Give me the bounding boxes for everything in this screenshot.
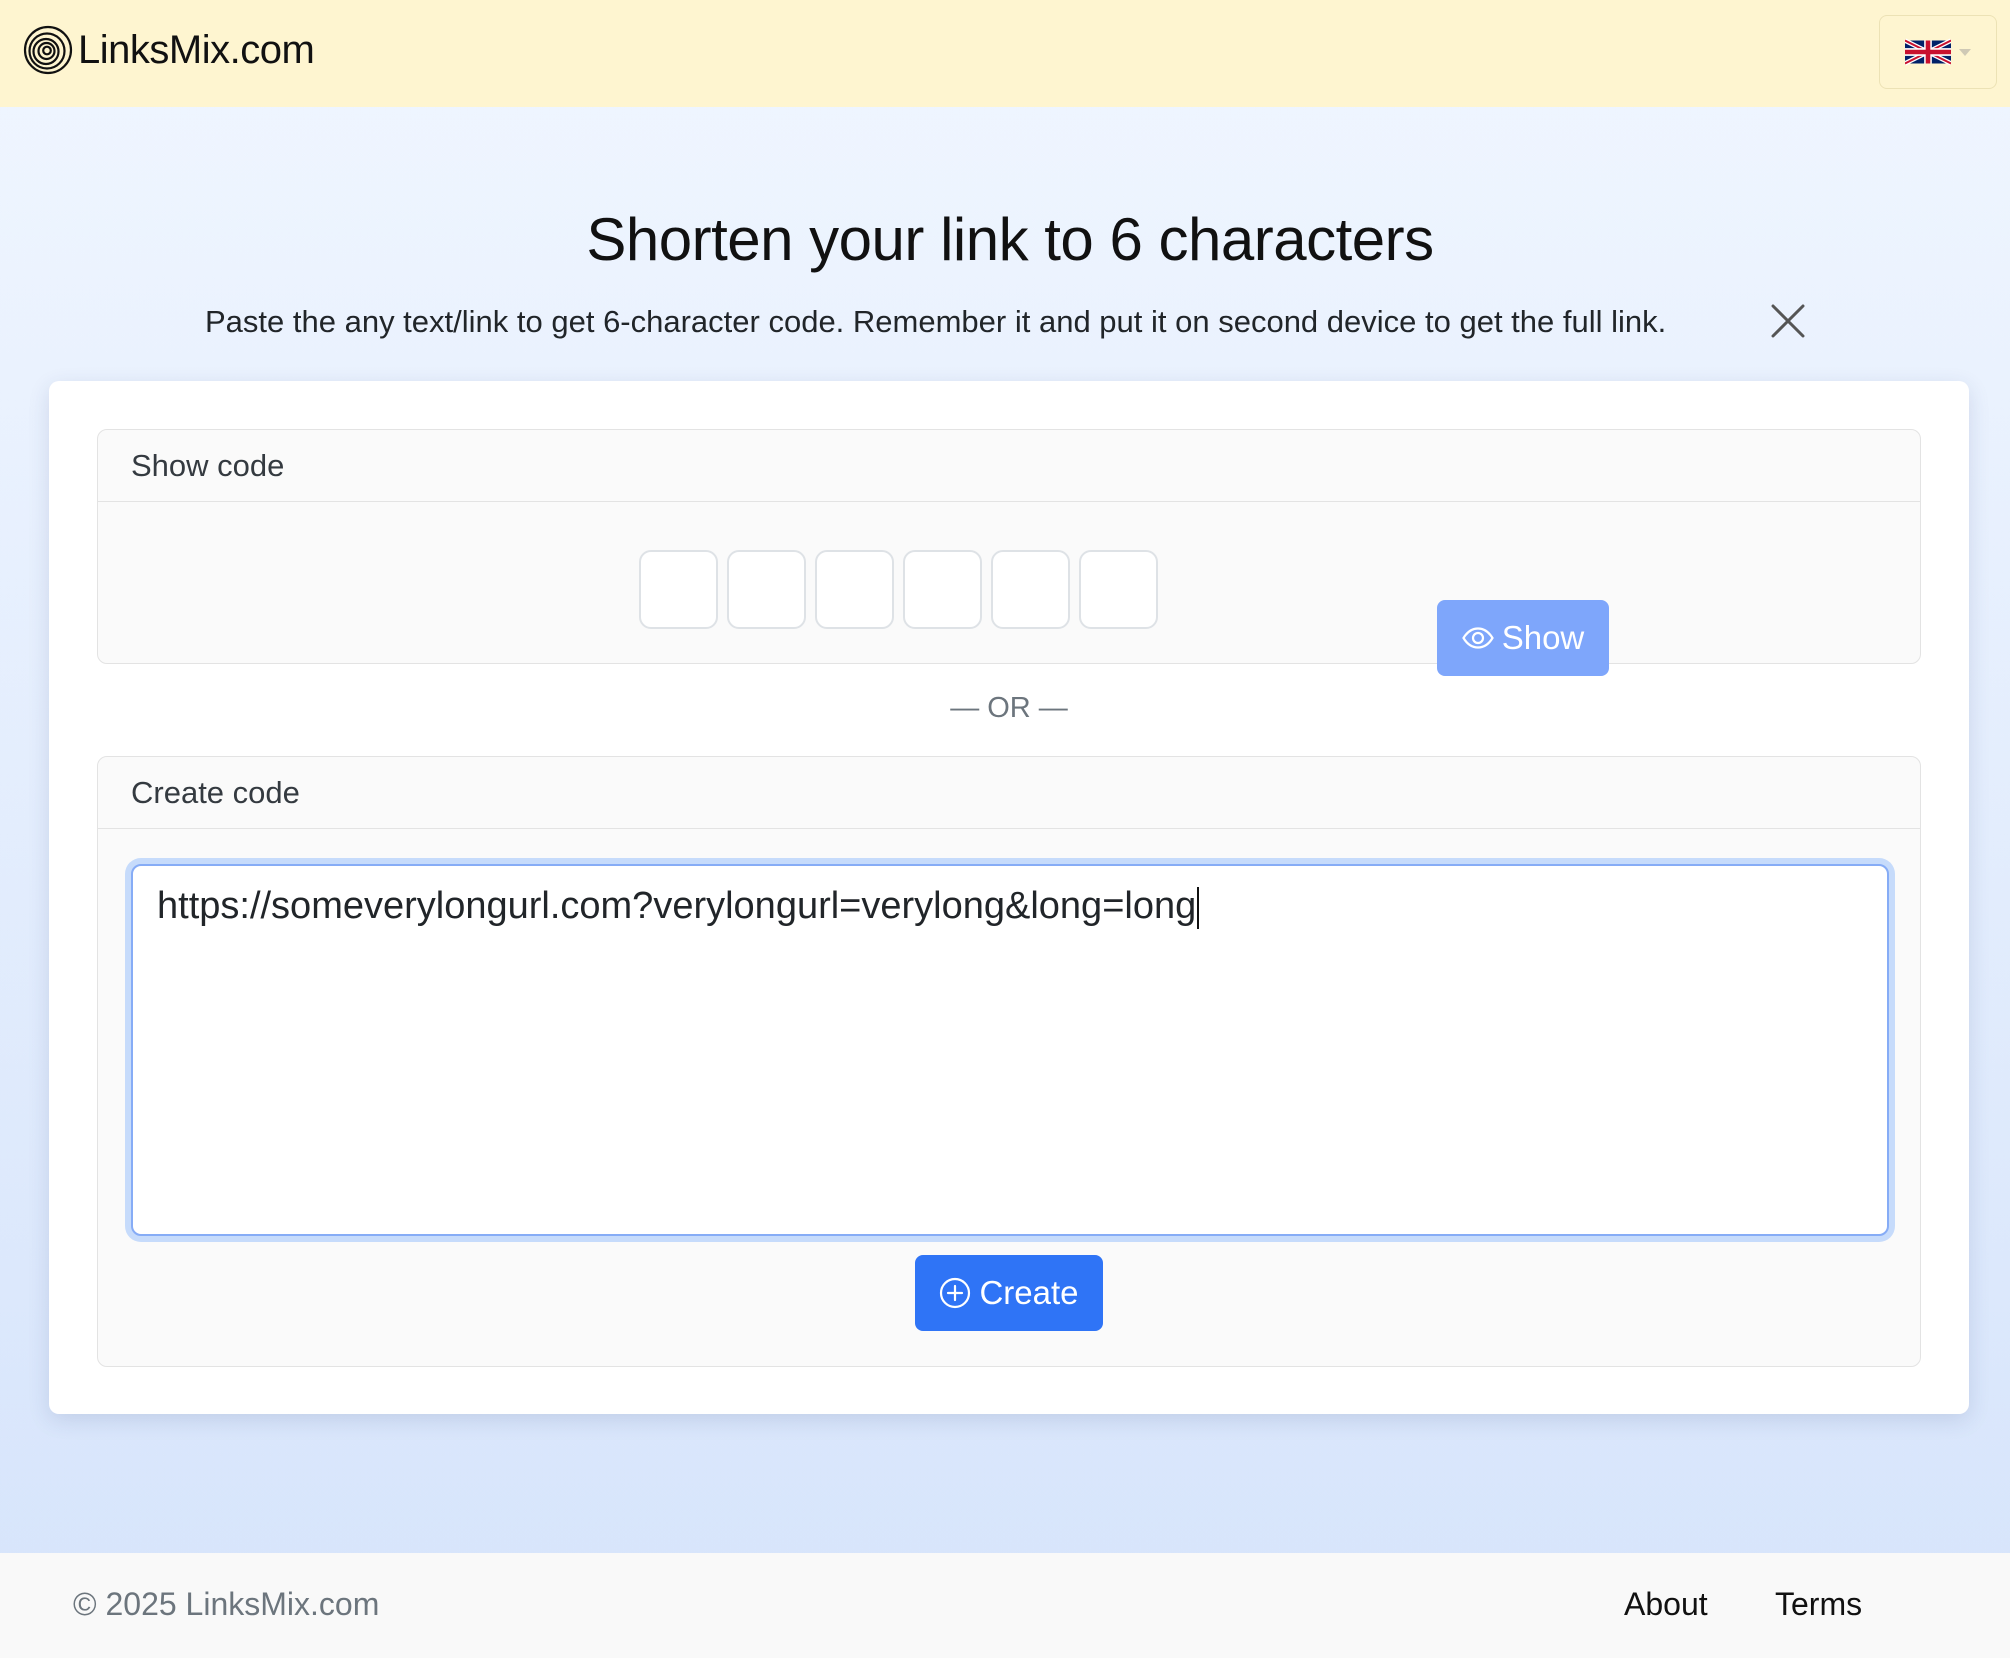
chevron-down-icon bbox=[1959, 48, 1971, 56]
page-title: Shorten your link to 6 characters bbox=[586, 206, 1434, 273]
code-input-6[interactable] bbox=[1079, 550, 1158, 629]
spiral-logo-icon bbox=[23, 25, 73, 75]
show-code-header: Show code bbox=[98, 430, 1920, 502]
create-button-label: Create bbox=[979, 1274, 1079, 1311]
uk-flag-icon bbox=[1905, 38, 1951, 66]
show-button-label: Show bbox=[1501, 619, 1585, 656]
code-input-4[interactable] bbox=[903, 550, 982, 629]
code-input-1[interactable] bbox=[639, 550, 718, 629]
or-divider: — OR — bbox=[950, 692, 1068, 724]
language-selector[interactable] bbox=[1879, 15, 1997, 89]
eye-icon bbox=[1461, 627, 1494, 649]
code-input-3[interactable] bbox=[815, 550, 894, 629]
code-input-2[interactable] bbox=[727, 550, 806, 629]
text-cursor bbox=[1197, 886, 1200, 929]
brand-name: LinksMix.com bbox=[78, 27, 315, 72]
footer: © 2025 LinksMix.com About Terms bbox=[0, 1553, 2010, 1658]
footer-link-about[interactable]: About bbox=[1624, 1586, 1708, 1623]
show-button[interactable]: Show bbox=[1437, 600, 1609, 676]
main-card: Show code Show — OR — Create code https:… bbox=[49, 381, 1969, 1414]
textarea-value: https://someverylongurl.com?verylongurl=… bbox=[157, 885, 1197, 927]
copyright: © 2025 LinksMix.com bbox=[73, 1586, 380, 1622]
link-textarea[interactable]: https://someverylongurl.com?verylongurl=… bbox=[131, 864, 1889, 1236]
close-icon[interactable] bbox=[1770, 303, 1806, 339]
brand-link[interactable]: LinksMix.com bbox=[22, 24, 315, 76]
plus-circle-icon bbox=[940, 1277, 971, 1309]
navbar: LinksMix.com bbox=[0, 0, 2010, 107]
code-input-5[interactable] bbox=[991, 550, 1070, 629]
create-code-header: Create code bbox=[98, 757, 1920, 829]
page-subtitle: Paste the any text/link to get 6-charact… bbox=[205, 304, 1667, 339]
create-button[interactable]: Create bbox=[915, 1255, 1103, 1331]
footer-link-terms[interactable]: Terms bbox=[1775, 1586, 1862, 1623]
